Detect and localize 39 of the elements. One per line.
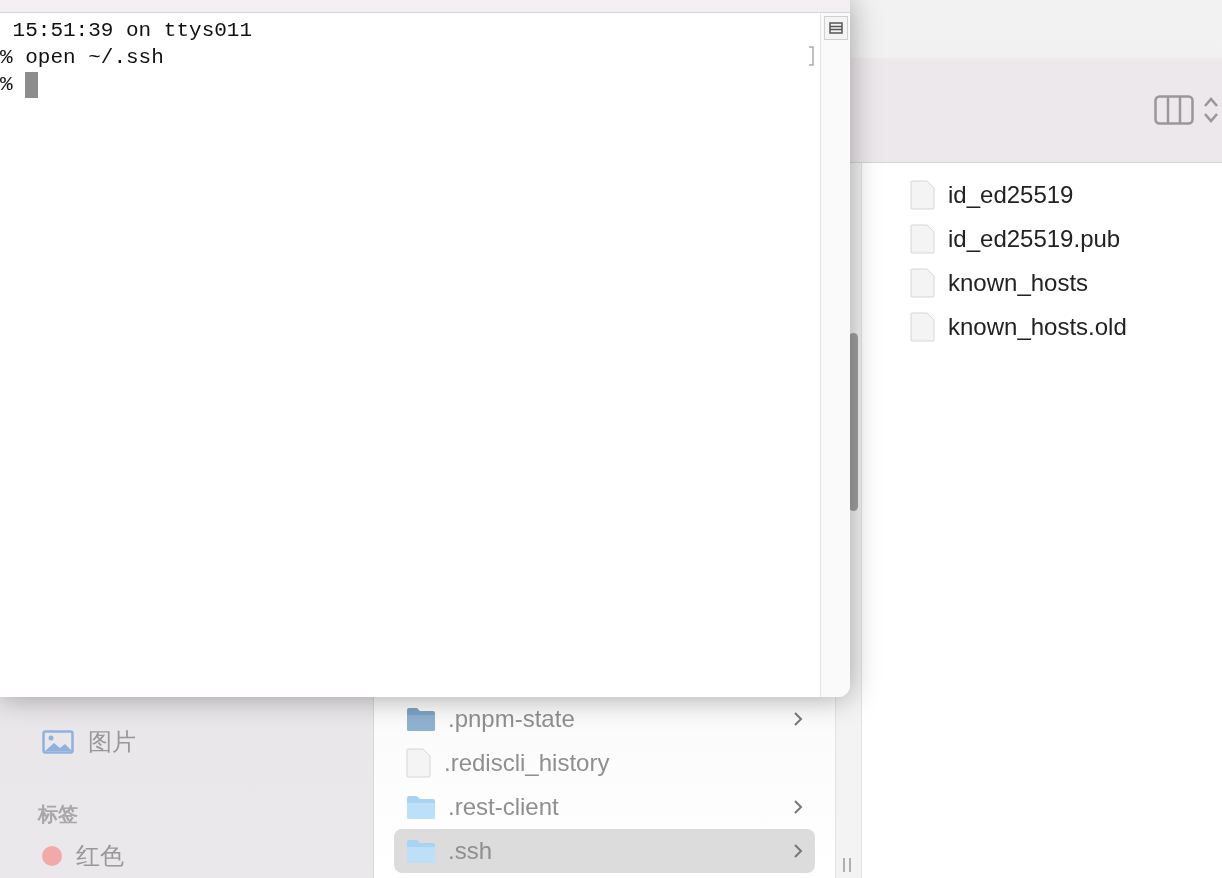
sidebar-section-header: 标签 <box>38 801 78 827</box>
terminal-line: % <box>0 73 14 96</box>
document-icon <box>910 312 936 342</box>
file-name: known_hosts <box>948 269 1090 297</box>
split-pane-button[interactable] <box>823 16 848 40</box>
split-pane-icon <box>828 22 843 34</box>
file-row[interactable]: id_ed25519 <box>898 173 1222 217</box>
chevron-right-icon <box>793 843 803 859</box>
file-row[interactable]: known_hosts <box>898 261 1222 305</box>
file-row[interactable]: known_hosts.old <box>898 305 1222 349</box>
file-row[interactable]: id_ed25519.pub <box>898 217 1222 261</box>
file-name: known_hosts.old <box>948 313 1128 341</box>
document-icon <box>406 748 432 778</box>
folder-icon <box>406 838 436 864</box>
document-icon <box>910 180 936 210</box>
file-row[interactable]: .rediscli_history <box>394 741 815 785</box>
column-view-icon[interactable] <box>1154 95 1194 125</box>
file-row[interactable]: .rest-client <box>394 785 815 829</box>
sidebar-item[interactable]: 图片 <box>88 726 136 758</box>
file-name: id_ed25519 <box>948 181 1075 209</box>
file-row[interactable]: .ssh <box>394 829 815 873</box>
folder-icon <box>406 706 436 732</box>
image-icon <box>42 730 74 754</box>
chevron-right-icon <box>793 711 803 727</box>
sidebar-item[interactable]: 红色 <box>76 840 124 872</box>
document-icon <box>910 224 936 254</box>
folder-icon <box>406 794 436 820</box>
file-name: id_ed25519.pub <box>948 225 1122 253</box>
chevron-right-icon <box>793 799 803 815</box>
up-down-chevron-icon[interactable] <box>1202 95 1220 125</box>
file-name: .ssh <box>448 837 493 865</box>
terminal-line: % open ~/.ssh <box>0 46 164 69</box>
file-name: .rest-client <box>448 793 560 821</box>
document-icon <box>910 268 936 298</box>
file-row[interactable]: .pnpm-state <box>394 697 815 741</box>
file-name: .pnpm-state <box>448 705 576 733</box>
terminal-line: 15:51:39 on ttys011 <box>11 19 253 42</box>
column-resize-handle[interactable] <box>842 858 852 872</box>
file-name: .rediscli_history <box>444 749 611 777</box>
